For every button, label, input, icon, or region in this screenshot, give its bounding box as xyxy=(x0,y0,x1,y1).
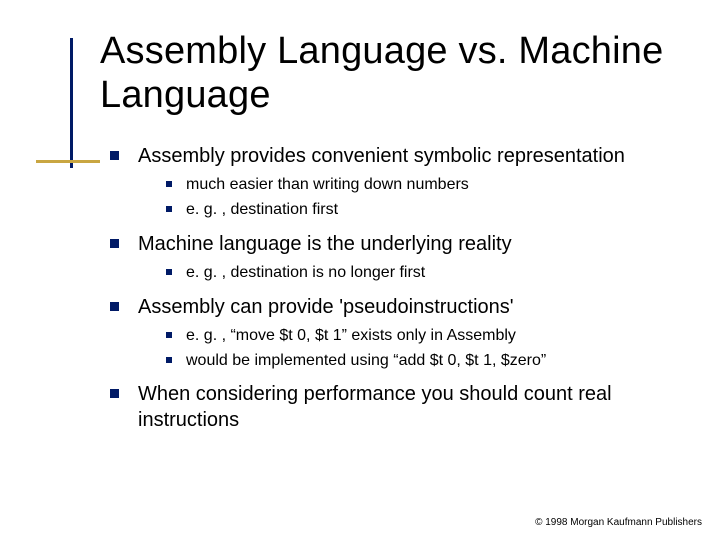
sub-bullet-item: much easier than writing down numbers xyxy=(166,175,680,196)
accent-vertical-bar xyxy=(70,38,73,168)
bullet-item: Assembly can provide 'pseudoinstructions… xyxy=(110,294,680,372)
bullet-list-level-2: e. g. , destination is no longer first xyxy=(166,263,680,284)
bullet-text: Assembly can provide 'pseudoinstructions… xyxy=(138,296,514,318)
sub-bullet-item: e. g. , “move $t 0, $t 1” exists only in… xyxy=(166,326,680,347)
sub-bullet-item: e. g. , destination first xyxy=(166,200,680,221)
sub-bullet-item: would be implemented using “add $t 0, $t… xyxy=(166,351,680,372)
bullet-text: Assembly provides convenient symbolic re… xyxy=(138,145,625,167)
accent-horizontal-bar xyxy=(36,160,100,163)
bullet-list-level-1: Assembly provides convenient symbolic re… xyxy=(110,143,680,433)
bullet-text: Machine language is the underlying reali… xyxy=(138,233,512,255)
bullet-item: When considering performance you should … xyxy=(110,381,680,433)
bullet-text: When considering performance you should … xyxy=(138,383,612,431)
bullet-item: Machine language is the underlying reali… xyxy=(110,231,680,284)
slide: Assembly Language vs. Machine Language A… xyxy=(0,0,720,540)
bullet-list-level-2: much easier than writing down numbers e.… xyxy=(166,175,680,221)
slide-content: Assembly provides convenient symbolic re… xyxy=(110,143,680,433)
copyright-footer: © 1998 Morgan Kaufmann Publishers xyxy=(535,517,702,528)
slide-title: Assembly Language vs. Machine Language xyxy=(100,30,680,117)
bullet-item: Assembly provides convenient symbolic re… xyxy=(110,143,680,221)
sub-bullet-item: e. g. , destination is no longer first xyxy=(166,263,680,284)
bullet-list-level-2: e. g. , “move $t 0, $t 1” exists only in… xyxy=(166,326,680,372)
